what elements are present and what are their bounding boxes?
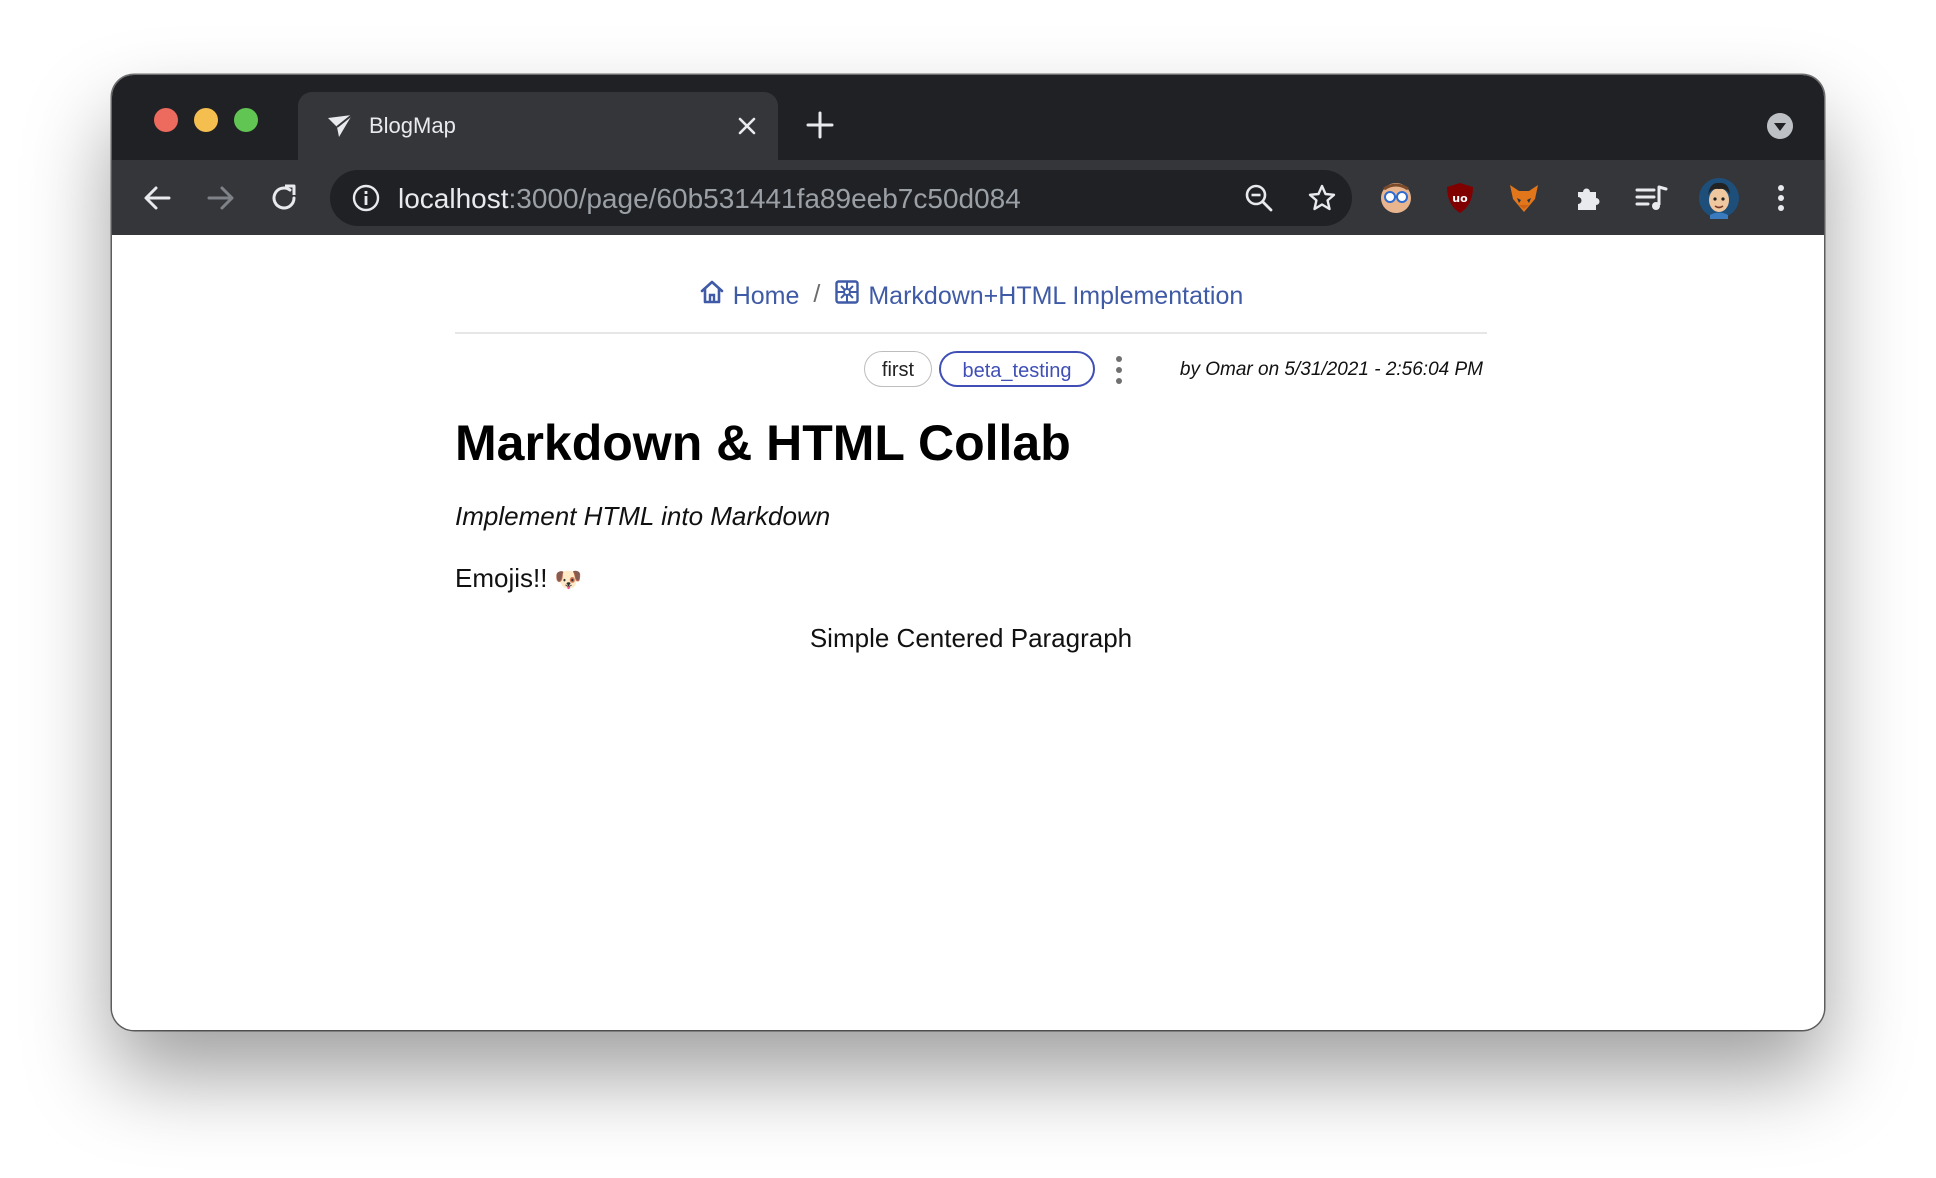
maximize-window-button[interactable]: [234, 108, 258, 132]
post-byline: by Omar on 5/31/2021 - 2:56:04 PM: [1179, 359, 1483, 380]
forward-arrow-icon[interactable]: [204, 181, 238, 215]
breadcrumb-separator: /: [813, 280, 821, 308]
new-tab-icon[interactable]: [805, 110, 835, 140]
breadcrumb-divider: [455, 332, 1487, 334]
breadcrumb: Home / Markdown+HTML Implementation: [455, 279, 1487, 312]
info-icon[interactable]: [350, 182, 382, 214]
url-text: localhost:3000/page/60b531441fa89eeb7c50…: [398, 183, 1021, 214]
ublock-shield-icon[interactable]: uo: [1441, 179, 1479, 217]
page-subtitle: Implement HTML into Markdown: [455, 501, 831, 531]
emoji-text: Emojis!!: [455, 563, 548, 593]
browser-toolbar: localhost:3000/page/60b531441fa89eeb7c50…: [112, 160, 1824, 235]
puzzle-extensions-icon[interactable]: [1569, 179, 1607, 217]
bookmark-star-icon[interactable]: [1306, 182, 1338, 214]
minimize-window-button[interactable]: [194, 108, 218, 132]
media-queue-icon[interactable]: [1633, 179, 1671, 217]
breadcrumb-page-label: Markdown+HTML Implementation: [868, 281, 1244, 310]
address-bar[interactable]: localhost:3000/page/60b531441fa89eeb7c50…: [330, 170, 1352, 226]
browser-window: BlogMap localhost:3000/page/60b531441fa8…: [112, 75, 1824, 1030]
emoji-paragraph: Emojis!! 🐶: [455, 562, 582, 596]
tag-first[interactable]: first: [864, 351, 932, 387]
home-icon: [699, 279, 725, 312]
tab-title: BlogMap: [369, 113, 456, 138]
centered-paragraph: Simple Centered Paragraph: [809, 623, 1133, 653]
breadcrumb-home-link[interactable]: Home: [699, 279, 800, 312]
glasses-extension-icon[interactable]: [1377, 179, 1415, 217]
browser-tab[interactable]: BlogMap: [298, 92, 778, 160]
close-icon[interactable]: [732, 111, 762, 141]
tab-search-icon[interactable]: [1766, 112, 1794, 140]
paper-plane-icon: [326, 112, 354, 140]
reload-icon[interactable]: [267, 181, 301, 215]
dog-emoji: 🐶: [554, 567, 583, 592]
breadcrumb-home-label: Home: [732, 281, 800, 310]
svg-text:uo: uo: [1452, 192, 1468, 205]
page-content: Home / Markdown+HTML Implementation firs…: [112, 235, 1824, 1030]
zoom-icon[interactable]: [1243, 182, 1275, 214]
post-options-icon[interactable]: [1112, 353, 1126, 387]
post-meta: first beta_testing by Omar on 5/31/2021 …: [455, 351, 1487, 391]
tab-strip: BlogMap: [112, 75, 1824, 160]
avatar[interactable]: [1698, 177, 1740, 219]
map-icon: [834, 279, 860, 312]
back-arrow-icon[interactable]: [140, 181, 174, 215]
breadcrumb-map-link[interactable]: Markdown+HTML Implementation: [834, 279, 1243, 312]
kebab-menu-icon[interactable]: [1762, 179, 1800, 217]
page-title: Markdown & HTML Collab: [455, 415, 1071, 471]
fox-extension-icon[interactable]: [1505, 179, 1543, 217]
tag-beta-testing[interactable]: beta_testing: [939, 351, 1095, 387]
close-window-button[interactable]: [154, 108, 178, 132]
